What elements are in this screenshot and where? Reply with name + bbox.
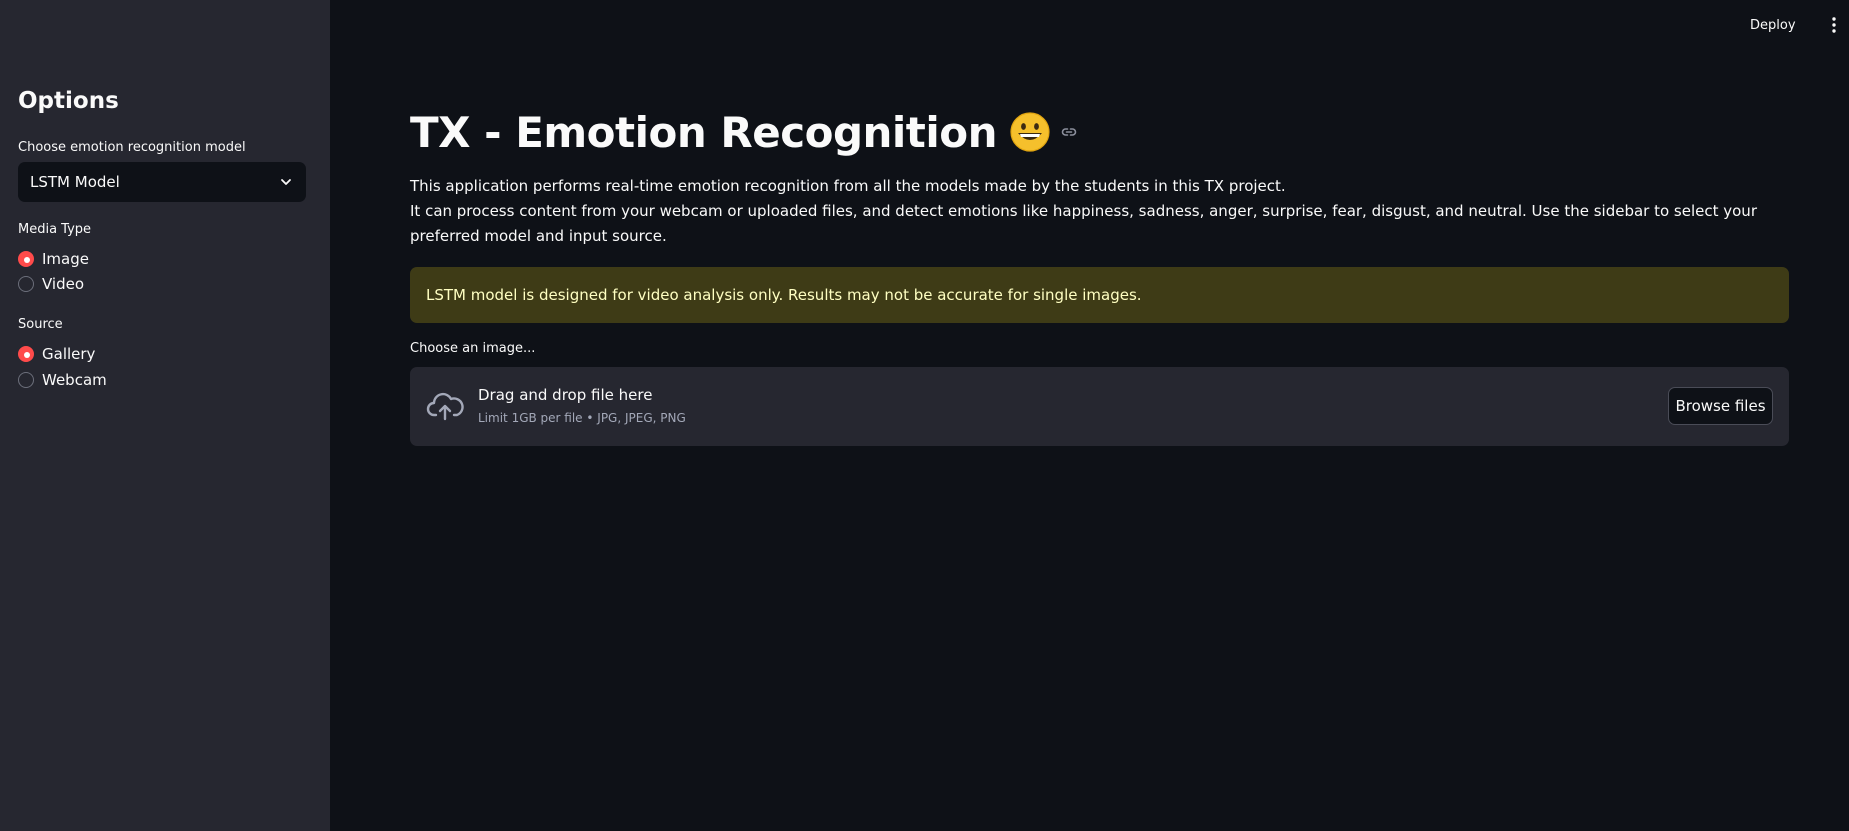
radio-media-image[interactable]: Image <box>18 248 89 270</box>
description: This application performs real-time emot… <box>410 174 1790 249</box>
chevron-down-icon <box>281 179 291 185</box>
description-line-1: This application performs real-time emot… <box>410 177 1286 195</box>
sidebar-title: Options <box>18 88 119 114</box>
radio-checked-icon <box>18 251 34 267</box>
app-root: Options Choose emotion recognition model… <box>0 0 1849 831</box>
radio-checked-icon <box>18 346 34 362</box>
radio-media-video[interactable]: Video <box>18 273 84 295</box>
radio-label: Gallery <box>42 345 96 363</box>
model-select-label: Choose emotion recognition model <box>18 140 246 155</box>
page-title-row: TX - Emotion Recognition <box>410 104 1079 160</box>
cloud-upload-icon <box>426 392 464 421</box>
browse-files-button[interactable]: Browse files <box>1668 387 1773 425</box>
radio-source-gallery[interactable]: Gallery <box>18 343 95 365</box>
source-label: Source <box>18 317 63 332</box>
drop-title: Drag and drop file here <box>478 386 653 404</box>
uploader-label: Choose an image... <box>410 341 536 356</box>
warning-text: LSTM model is designed for video analysi… <box>426 286 1142 304</box>
description-line-2: It can process content from your webcam … <box>410 202 1757 245</box>
file-dropzone[interactable]: Drag and drop file here Limit 1GB per fi… <box>410 367 1789 446</box>
sidebar: Options Choose emotion recognition model… <box>0 0 330 831</box>
link-icon[interactable] <box>1059 122 1079 142</box>
radio-label: Video <box>42 275 85 293</box>
drop-limit: Limit 1GB per file • JPG, JPEG, PNG <box>478 411 686 425</box>
model-select[interactable]: LSTM Model <box>18 162 306 202</box>
radio-unchecked-icon <box>18 372 34 388</box>
radio-label: Image <box>42 250 89 268</box>
kebab-menu-icon[interactable] <box>1826 14 1842 36</box>
grinning-face-icon <box>1010 112 1050 152</box>
warning-alert: LSTM model is designed for video analysi… <box>410 267 1789 323</box>
media-type-label: Media Type <box>18 222 92 237</box>
deploy-button[interactable]: Deploy <box>1750 14 1796 36</box>
radio-source-webcam[interactable]: Webcam <box>18 369 107 391</box>
model-select-value: LSTM Model <box>30 173 120 191</box>
radio-label: Webcam <box>42 371 107 389</box>
page-title: TX - Emotion Recognition <box>410 107 998 157</box>
radio-unchecked-icon <box>18 276 34 292</box>
